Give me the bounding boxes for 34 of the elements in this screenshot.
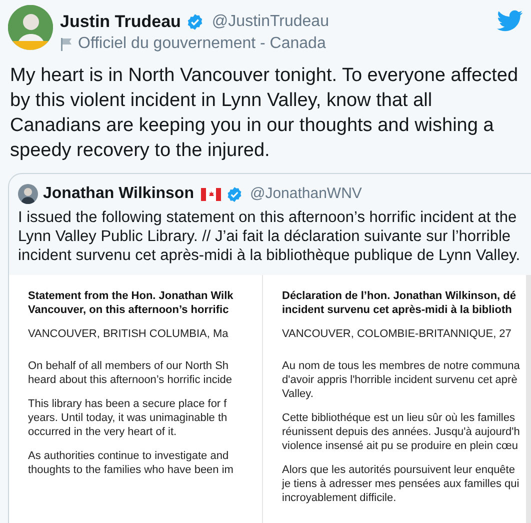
document-line: Vancouver, on this afternoon’s horrific: [28, 303, 230, 317]
document-line: Au nom de tous les membres de notre communa: [282, 359, 521, 373]
author-handle: @JustinTrudeau: [212, 12, 329, 32]
document-line: VANCOUVER, COLOMBIE-BRITANNIQUE, 27: [282, 327, 512, 341]
author-handle: @JonathanWNV: [250, 184, 362, 204]
author-name[interactable]: Jonathan Wilkinson: [43, 182, 194, 206]
quoted-tweet-text: I issued the following statement on this afternoon’s horrific incident at the Lynn Valley Public Library. // J’ai fait la déclaration suivante sur l’horrible incident survenu cet après-midi à la bibliothèque publique de Lynn Valley.: [17, 208, 522, 265]
document-line: incroyablement difficile.: [282, 491, 398, 505]
flag-icon: [60, 37, 72, 51]
bird-logo-icon: [497, 10, 523, 32]
document-line: VANCOUVER, BRITISH COLUMBIA, Ma: [28, 327, 230, 341]
document-line: Statement from the Hon. Jonathan Wilk: [28, 289, 234, 303]
tweet-text: My heart is in North Vancouver tonight. To everyone affected by this violent incident in Lynn Valley, know that all Canadians are keeping you in our thoughts and wishing a speedy recovery to the injured.: [10, 64, 520, 163]
document-line: violence insensé ait pu se produire en plein cœu: [282, 439, 520, 453]
document-line: d'avoir appris l'horrible incident survenu cet aprè: [282, 373, 518, 387]
document-line: Valley.: [282, 387, 314, 401]
document-line: heard about this afternoon’s horrific incide: [28, 373, 234, 387]
document-line: Déclaration de l’hon. Jonathan Wilkinson, dé: [282, 289, 517, 303]
canada-flag-icon: [200, 188, 221, 200]
document-line: On behalf of all members of our North Sh: [28, 359, 230, 373]
document-line: thoughts to the families who have been im: [28, 463, 234, 477]
account-label: Officiel du gouvernement - Canada: [78, 34, 326, 54]
document-line: réunissent depuis des années. Jusqu'à aujourd'h: [282, 425, 521, 439]
document-line: years. Until today, it was unimaginable th: [28, 411, 228, 425]
document-line: As authorities continue to investigate and: [28, 449, 230, 463]
document-line: This library has been a secure place for f: [28, 397, 228, 411]
document-line: occurred in the very heart of it.: [28, 425, 178, 439]
document-line: Alors que les autorités poursuivent leur enquête: [282, 463, 516, 477]
document-line: incident survenu cet après-midi à la biblioth: [282, 303, 513, 317]
quoted-tweet-card[interactable]: [8, 173, 531, 523]
document-line: je tiens à adresser mes pensées aux familles qui: [282, 477, 520, 491]
avatar[interactable]: [18, 184, 38, 204]
document-line: Cette bibliothéque est un lieu sûr où les familles: [282, 411, 516, 425]
author-name[interactable]: Justin Trudeau: [60, 12, 181, 32]
